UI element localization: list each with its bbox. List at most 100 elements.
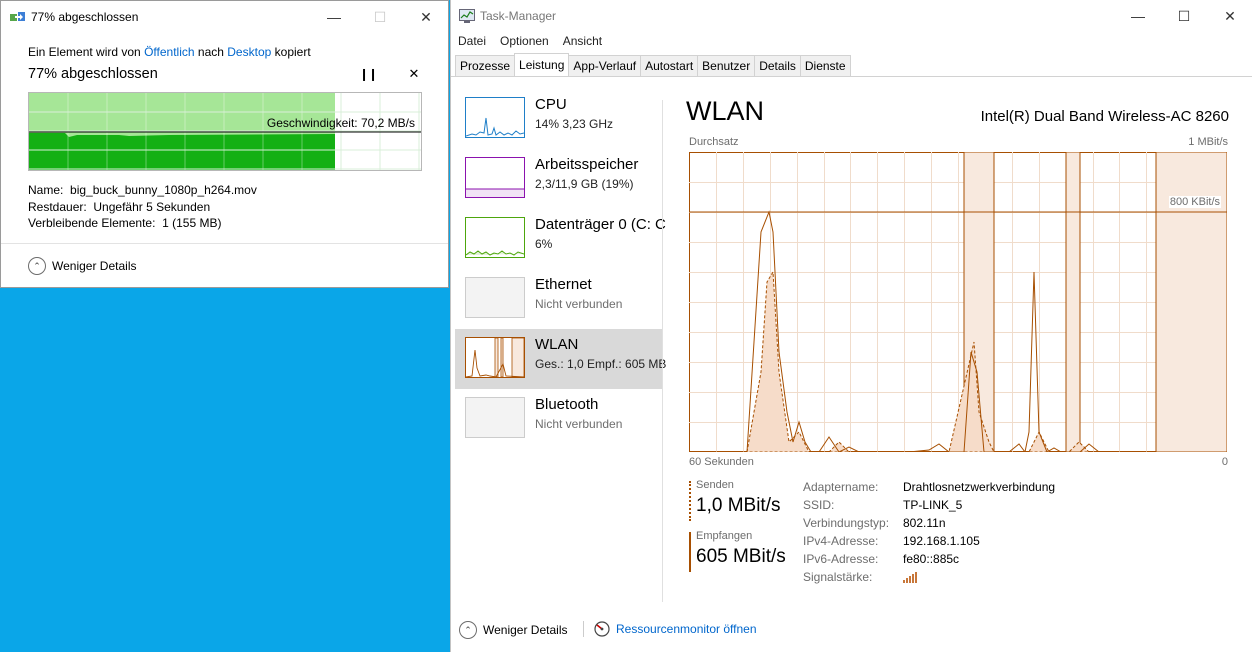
- speed-label: Geschwindigkeit: 70,2 MB/s: [266, 116, 415, 130]
- sidebar-item-disk[interactable]: Datenträger 0 (C: C 6%: [455, 209, 666, 269]
- sidebar-item-ethernet[interactable]: Ethernet Nicht verbunden: [455, 269, 662, 329]
- copy-details: Name: big_buck_bunny_1080p_h264.mov Rest…: [28, 182, 257, 232]
- tab-prozesse[interactable]: Prozesse: [455, 55, 516, 76]
- tm-maximize-button[interactable]: ☐: [1161, 0, 1207, 32]
- close-button[interactable]: ✕: [403, 1, 449, 33]
- prop-value: TP-LINK_5: [903, 498, 963, 512]
- cancel-button[interactable]: ✕: [405, 65, 423, 83]
- maximize-icon: ☐: [1177, 7, 1191, 24]
- tm-titlebar[interactable]: Task-Manager — ☐ ✕: [451, 0, 1252, 32]
- x-axis-left-label: 60 Sekunden: [689, 456, 754, 468]
- x-axis-right-label: 0: [1221, 456, 1228, 468]
- sidebar-item-label: WLAN: [535, 336, 579, 353]
- tab-leistung[interactable]: Leistung: [514, 53, 570, 76]
- detail-title: WLAN: [686, 96, 765, 126]
- destination-folder-link[interactable]: Desktop: [227, 45, 271, 59]
- saturation-band: [1065, 151, 1081, 453]
- source-folder-link[interactable]: Öffentlich: [144, 45, 194, 59]
- prop-key: IPv6-Adresse:: [803, 552, 879, 566]
- prop-key: Signalstärke:: [803, 570, 873, 584]
- chart-label-max: 1 MBit/s: [1188, 136, 1228, 148]
- pause-icon: ❙❙: [358, 67, 378, 81]
- items-row: Verbleibende Elemente: 1 (155 MB): [28, 215, 257, 232]
- wlan-thumbnail: [465, 337, 525, 378]
- copy-window-title: 77% abgeschlossen: [31, 10, 139, 24]
- file-copy-icon: [10, 12, 25, 21]
- send-legend-bar: [689, 481, 691, 521]
- receive-legend-bar: [689, 532, 691, 572]
- tm-window-title: Task-Manager: [480, 9, 557, 23]
- name-row: Name: big_buck_bunny_1080p_h264.mov: [28, 182, 257, 199]
- sidebar-item-wlan[interactable]: WLAN Ges.: 1,0 Empf.: 605 MB: [455, 329, 666, 389]
- tab-details[interactable]: Details: [754, 55, 801, 76]
- tm-fewer-details-button[interactable]: ⌃ Weniger Details: [459, 621, 567, 639]
- cpu-thumbnail: [465, 97, 525, 138]
- time-row: Restdauer: Ungefähr 5 Sekunden: [28, 199, 257, 216]
- fewer-details-label: Weniger Details: [483, 623, 568, 637]
- cancel-icon: ✕: [408, 66, 420, 81]
- pause-button[interactable]: ❙❙: [358, 65, 378, 83]
- copy-description: Ein Element wird von Öffentlich nach Des…: [28, 45, 311, 59]
- copy-speed-graph-canvas: [29, 93, 421, 170]
- sidebar-item-sub: Nicht verbunden: [535, 417, 623, 431]
- time-label: Restdauer:: [28, 199, 87, 214]
- send-stat: Senden 1,0 MBit/s: [689, 479, 780, 521]
- resource-monitor-label[interactable]: Ressourcenmonitor öffnen: [616, 622, 757, 636]
- copy-speed-graph: Geschwindigkeit: 70,2 MB/s: [28, 92, 422, 171]
- time-value: Ungefähr 5 Sekunden: [93, 199, 211, 214]
- minimize-button[interactable]: —: [311, 1, 357, 33]
- sidebar-item-sub: 2,3/11,9 GB (19%): [535, 177, 634, 191]
- prop-key: SSID:: [803, 498, 835, 512]
- progress-percent-text: 77% abgeschlossen: [28, 66, 158, 82]
- mark-label-800k: 800 KBit/s: [1168, 196, 1221, 208]
- prop-value: fe80::885c: [903, 552, 960, 566]
- prop-key: Adaptername:: [803, 480, 879, 494]
- prop-key: IPv4-Adresse:: [803, 534, 879, 548]
- tabs-baseline: [451, 76, 1252, 77]
- sidebar-item-cpu[interactable]: CPU 14% 3,23 GHz: [455, 89, 662, 149]
- adapter-properties: Adaptername: Drahtlosnetzwerkverbindung S…: [803, 478, 1055, 586]
- tm-close-button[interactable]: ✕: [1207, 0, 1252, 32]
- tab-app-verlauf[interactable]: App-Verlauf: [568, 55, 642, 76]
- menu-datei[interactable]: Datei: [451, 32, 493, 52]
- divider: [1, 243, 448, 244]
- sidebar-item-label: Ethernet: [535, 276, 592, 293]
- chevron-up-icon: ⌃: [28, 257, 46, 275]
- minimize-icon: —: [327, 9, 341, 25]
- bluetooth-thumbnail: [465, 397, 525, 438]
- prop-value: 192.168.1.105: [903, 534, 980, 548]
- throughput-chart-canvas: [689, 151, 1228, 454]
- tab-benutzer[interactable]: Benutzer: [697, 55, 756, 76]
- sidebar-item-memory[interactable]: Arbeitsspeicher 2,3/11,9 GB (19%): [455, 149, 662, 209]
- receive-label: Empfangen: [696, 530, 753, 542]
- receive-stat: Empfangen 605 MBit/s: [689, 530, 786, 572]
- throughput-chart: 800 KBit/s: [689, 151, 1228, 454]
- prop-row: Verbindungstyp: 802.11n: [803, 514, 1055, 532]
- resource-monitor-link[interactable]: Ressourcenmonitor öffnen: [583, 621, 757, 637]
- sidebar-item-sub: 6%: [535, 237, 553, 251]
- items-value: 1 (155 MB): [162, 216, 222, 230]
- maximize-button: ☐: [357, 1, 403, 33]
- sidebar-item-bluetooth[interactable]: Bluetooth Nicht verbunden: [455, 389, 662, 449]
- copy-titlebar[interactable]: 77% abgeschlossen — ☐ ✕: [1, 1, 448, 33]
- prop-value: Drahtlosnetzwerkverbindung: [903, 480, 1056, 494]
- sidebar-divider: [662, 100, 663, 602]
- menu-bar: Datei Optionen Ansicht: [451, 32, 609, 52]
- sidebar-item-sub: Ges.: 1,0 Empf.: 605 MB: [535, 357, 667, 371]
- speed-history-area: [29, 133, 335, 170]
- copy-fewer-details-button[interactable]: ⌃ Weniger Details: [28, 257, 136, 275]
- prop-row: IPv6-Adresse: fe80::885c: [803, 550, 1055, 568]
- receive-value: 605 MBit/s: [696, 546, 786, 567]
- fewer-details-label: Weniger Details: [52, 259, 137, 273]
- prop-value: 802.11n: [903, 516, 946, 530]
- ethernet-thumbnail: [465, 277, 525, 318]
- tm-minimize-button[interactable]: —: [1115, 0, 1161, 32]
- menu-optionen[interactable]: Optionen: [493, 32, 556, 52]
- close-icon: ✕: [1224, 7, 1236, 24]
- tab-autostart[interactable]: Autostart: [640, 55, 699, 76]
- chevron-up-icon: ⌃: [459, 621, 477, 639]
- copy-desc-middle: nach: [197, 45, 224, 59]
- tab-dienste[interactable]: Dienste: [799, 55, 851, 76]
- resource-monitor-icon: [594, 621, 610, 637]
- menu-ansicht[interactable]: Ansicht: [556, 32, 609, 52]
